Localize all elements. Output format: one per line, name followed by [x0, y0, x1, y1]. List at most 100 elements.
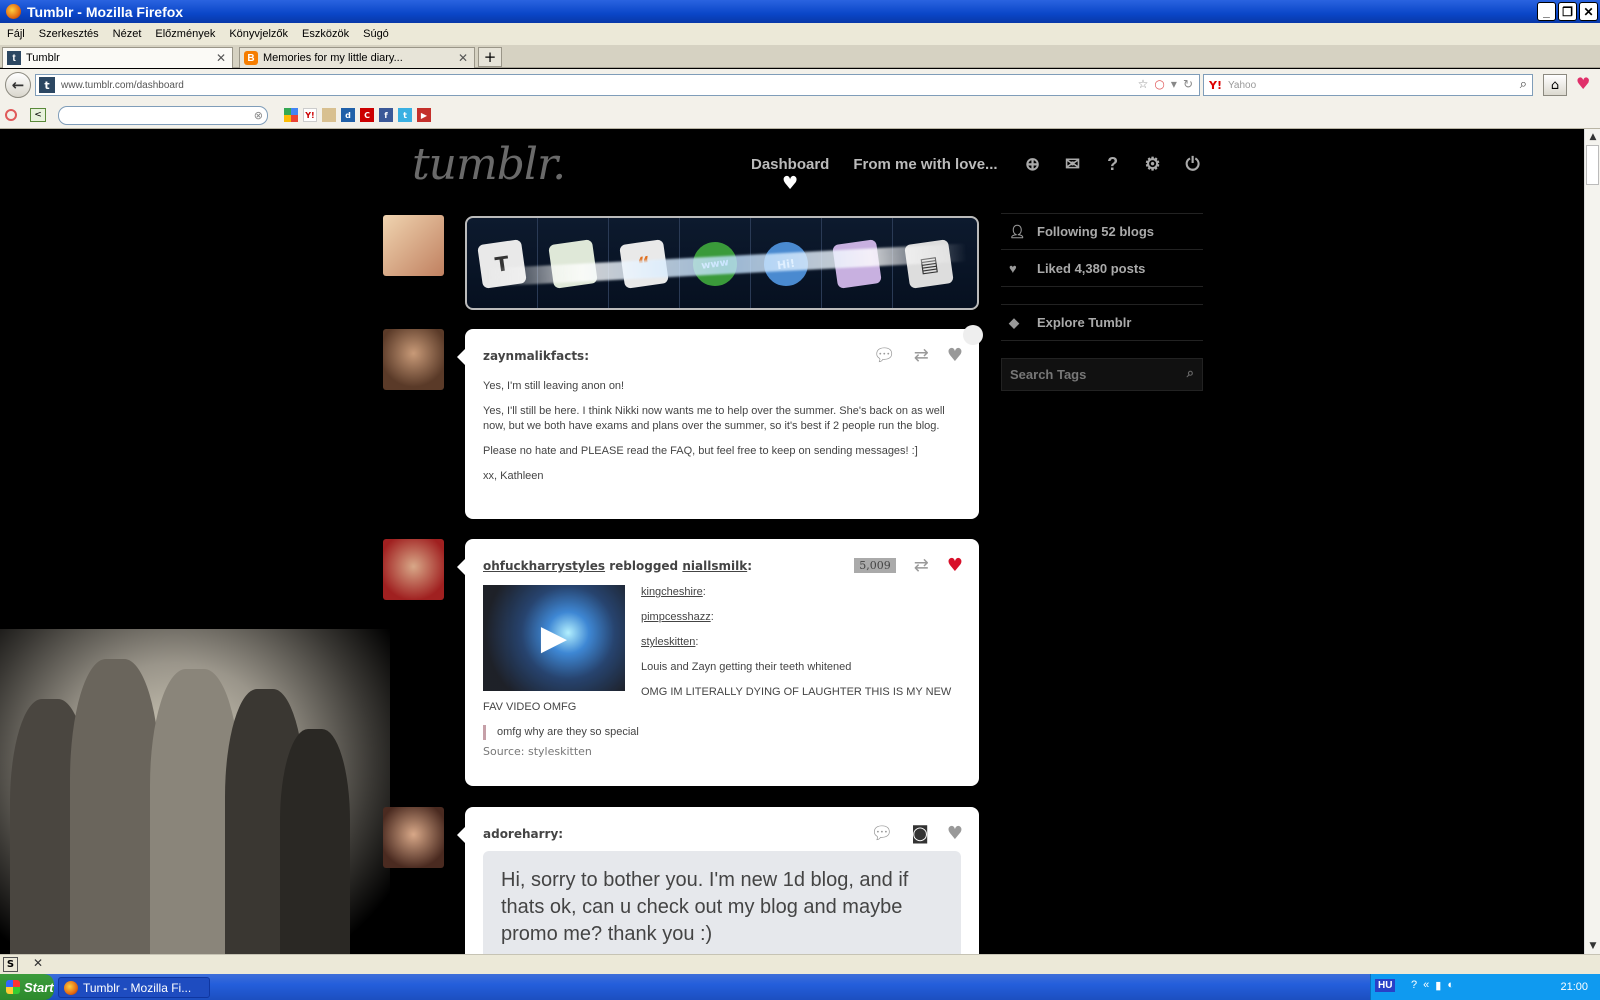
- liked-heart-icon[interactable]: ♥: [947, 555, 963, 576]
- nav-blog[interactable]: From me with love...: [853, 156, 997, 173]
- search-bar[interactable]: Y! Yahoo ⌕: [1203, 74, 1533, 96]
- menu-file[interactable]: Fájl: [7, 28, 25, 40]
- home-button[interactable]: ⌂: [1543, 74, 1567, 96]
- facebook-icon[interactable]: f: [379, 108, 393, 122]
- close-button[interactable]: ✕: [1579, 2, 1598, 21]
- text-post-button[interactable]: T: [467, 218, 538, 308]
- minimize-button[interactable]: _: [1537, 2, 1556, 21]
- tab-tumblr[interactable]: t Tumblr ✕: [2, 47, 233, 68]
- camera-icon[interactable]: ◙: [911, 823, 928, 844]
- reblog-icon[interactable]: ⇄: [914, 555, 929, 576]
- close-tab-icon[interactable]: ✕: [458, 51, 468, 65]
- reply-icon[interactable]: 💬︎: [871, 823, 894, 844]
- addon-search-input[interactable]: ⊗: [58, 106, 268, 125]
- reply-icon[interactable]: 💬︎: [873, 345, 896, 366]
- url-text[interactable]: www.tumblr.com/dashboard: [61, 80, 184, 91]
- post-source[interactable]: Source: styleskitten: [483, 744, 961, 759]
- clear-icon[interactable]: ⊗: [254, 109, 263, 122]
- menu-tools[interactable]: Eszközök: [302, 28, 349, 40]
- bookmark-star-icon[interactable]: ☆: [1138, 77, 1149, 91]
- search-tags-input[interactable]: Search Tags ⌕: [1001, 358, 1203, 391]
- menu-edit[interactable]: Szerkesztés: [39, 28, 99, 40]
- new-post-icon[interactable]: ⊕: [1022, 153, 1044, 175]
- author-link[interactable]: adoreharry: [483, 827, 558, 841]
- chain-link[interactable]: styleskitten: [641, 636, 695, 648]
- twitter-icon[interactable]: t: [398, 108, 412, 122]
- cnn-icon[interactable]: C: [360, 108, 374, 122]
- restore-button[interactable]: ❐: [1558, 2, 1577, 21]
- share-icon[interactable]: <: [30, 108, 46, 122]
- scroll-down-icon[interactable]: ▼: [1585, 938, 1600, 954]
- tumblr-logo[interactable]: tumblr.: [412, 139, 566, 190]
- author-link[interactable]: ohfuckharrystyles: [483, 559, 605, 573]
- address-bar[interactable]: t www.tumblr.com/dashboard ☆ ○ ▾ ↻: [35, 74, 1200, 96]
- like-heart-icon[interactable]: ♥: [947, 345, 963, 366]
- chain-link[interactable]: pimpcesshazz: [641, 611, 711, 623]
- post-avatar-ohfuckharrystyles[interactable]: [383, 539, 444, 600]
- heart-icon[interactable]: ♥: [1576, 74, 1590, 93]
- tab-memories[interactable]: B Memories for my little diary... ✕: [239, 47, 475, 68]
- source-blog-link[interactable]: niallsmilk: [682, 559, 747, 573]
- dropdown-icon[interactable]: ▾: [1171, 77, 1177, 91]
- expand-tray-icon[interactable]: «: [1423, 979, 1429, 992]
- opera-circle-icon[interactable]: ○: [1154, 77, 1164, 91]
- post-body: ▶ kingcheshire: pimpcesshazz: styleskitt…: [465, 573, 979, 773]
- menu-view[interactable]: Nézet: [113, 28, 142, 40]
- like-heart-icon[interactable]: ♥: [947, 823, 963, 844]
- tab-label: Memories for my little diary...: [263, 52, 403, 64]
- dismiss-dot[interactable]: [963, 325, 983, 345]
- search-go-icon[interactable]: ⌕: [1520, 77, 1527, 92]
- close-tab-icon[interactable]: ✕: [216, 51, 226, 65]
- page-scrollbar[interactable]: ▲ ▼: [1584, 129, 1600, 954]
- volume-icon[interactable]: ◐: [1447, 979, 1454, 992]
- help-icon[interactable]: ?: [1102, 153, 1124, 175]
- messages-icon[interactable]: ✉: [1062, 153, 1084, 175]
- network-icon[interactable]: ▮: [1435, 979, 1441, 992]
- post-avatar-zaynmalikfacts[interactable]: [383, 329, 444, 390]
- taskbar-firefox-item[interactable]: Tumblr - Mozilla Fi...: [58, 977, 210, 998]
- video-thumbnail[interactable]: ▶: [483, 585, 625, 691]
- bookmark-addon-icon[interactable]: [322, 108, 336, 122]
- post-actions: 💬︎ ◙ ♥: [871, 823, 963, 844]
- close-addon-bar-icon[interactable]: ✕: [33, 956, 43, 970]
- addon-circle-icon[interactable]: [5, 109, 17, 121]
- addon-s-icon[interactable]: S: [3, 957, 18, 972]
- play-icon[interactable]: ▶: [541, 621, 567, 655]
- youtube-icon[interactable]: ▶: [417, 108, 431, 122]
- google-icon[interactable]: [284, 108, 298, 122]
- following-link[interactable]: 👤︎ Following 52 blogs: [1001, 213, 1203, 250]
- liked-link[interactable]: ♥ Liked 4,380 posts: [1001, 250, 1203, 287]
- logout-power-icon[interactable]: ⏻: [1182, 153, 1204, 175]
- author-link[interactable]: zaynmalikfacts: [483, 349, 584, 363]
- digg-icon[interactable]: d: [341, 108, 355, 122]
- menu-history[interactable]: Előzmények: [155, 28, 215, 40]
- note-count[interactable]: 5,009: [854, 558, 896, 573]
- language-indicator[interactable]: HU: [1375, 979, 1396, 992]
- tab-bar: t Tumblr ✕ B Memories for my little diar…: [0, 45, 1600, 68]
- menu-bookmarks[interactable]: Könyvjelzők: [229, 28, 288, 40]
- nav-dashboard[interactable]: Dashboard: [751, 156, 829, 173]
- reload-icon[interactable]: ↻: [1183, 77, 1193, 91]
- navigation-bar: ← t www.tumblr.com/dashboard ☆ ○ ▾ ↻ Y! …: [0, 69, 1600, 102]
- new-tab-button[interactable]: +: [478, 47, 502, 67]
- reblog-icon[interactable]: ⇄: [914, 345, 929, 366]
- tab-label: Tumblr: [26, 52, 60, 64]
- menu-bar: Fájl Szerkesztés Nézet Előzmények Könyvj…: [0, 23, 1600, 45]
- menu-help[interactable]: Súgó: [363, 28, 389, 40]
- help-tray-icon[interactable]: ?: [1411, 979, 1417, 992]
- magnifier-icon[interactable]: ⌕: [1187, 365, 1194, 381]
- explore-link[interactable]: ◆ Explore Tumblr: [1001, 304, 1203, 341]
- chain-link[interactable]: kingcheshire: [641, 586, 703, 598]
- start-button[interactable]: Start: [0, 974, 54, 1000]
- settings-gear-icon[interactable]: ⚙: [1142, 153, 1164, 175]
- paragraph: Please no hate and PLEASE read the FAQ, …: [483, 445, 918, 457]
- yahoo-icon[interactable]: Y!: [1209, 79, 1222, 92]
- my-avatar[interactable]: [383, 215, 444, 276]
- post-avatar-adoreharry[interactable]: [383, 807, 444, 868]
- yahoo-addon-icon[interactable]: Y!: [303, 108, 317, 122]
- scroll-up-icon[interactable]: ▲: [1585, 129, 1600, 145]
- window-controls: _ ❐ ✕: [1537, 2, 1598, 21]
- back-button[interactable]: ←: [5, 72, 31, 98]
- scroll-thumb[interactable]: [1586, 145, 1599, 185]
- background-photo: [0, 629, 390, 954]
